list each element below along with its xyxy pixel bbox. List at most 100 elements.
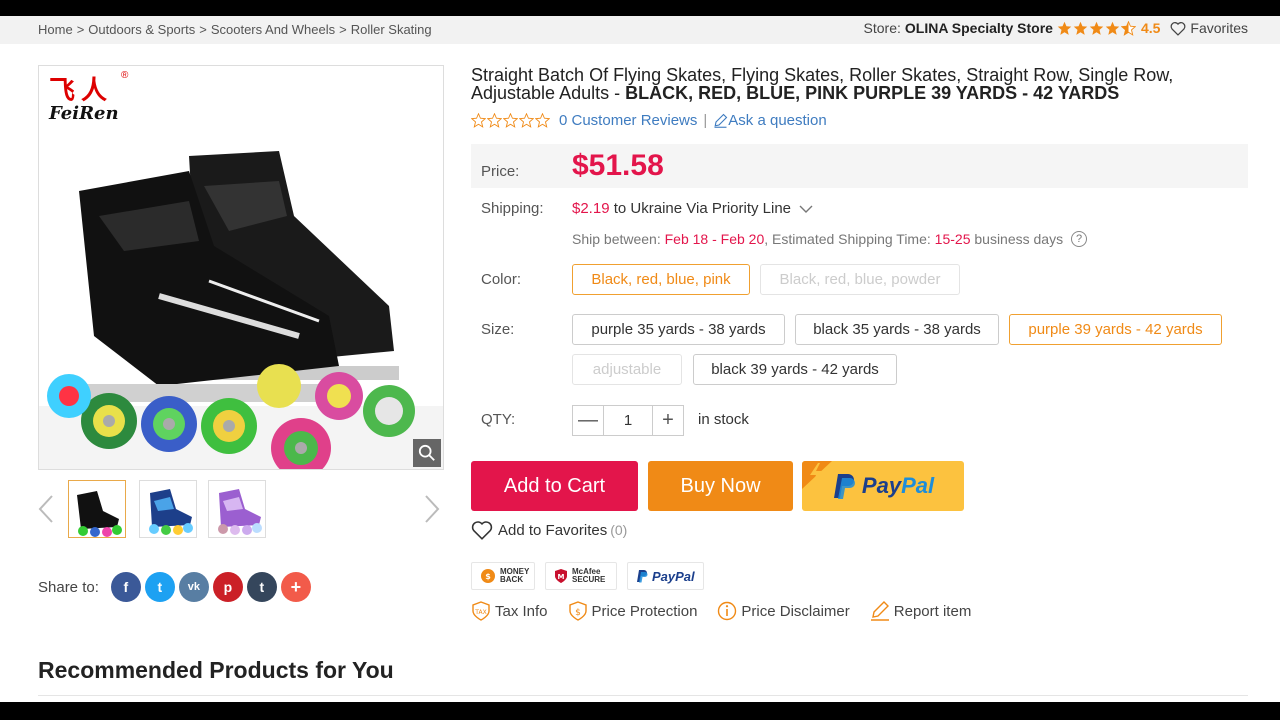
breadcrumb-scooters[interactable]: Scooters And Wheels (211, 22, 335, 37)
ask-question-link[interactable]: Ask a question (728, 112, 826, 129)
thumbnail-blue[interactable] (139, 480, 197, 538)
breadcrumb-home[interactable]: Home (38, 22, 73, 37)
recommended-title: Recommended Products for You (38, 657, 394, 683)
store-name[interactable]: OLINA Specialty Store (905, 20, 1053, 36)
star-half-icon (1120, 20, 1136, 36)
breadcrumb-roller-skating[interactable]: Roller Skating (351, 22, 432, 37)
ship-between: Ship between: Feb 18 - Feb 20, Estimated… (572, 231, 1088, 247)
top-bar: Home > Outdoors & Sports > Scooters And Whee… (0, 16, 1280, 44)
qty-input[interactable]: 1 (604, 405, 652, 436)
size-option-black-35-38[interactable]: black 35 yards - 38 yards (795, 314, 999, 345)
breadcrumb: Home > Outdoors & Sports > Scooters And Whee… (38, 22, 432, 37)
money-back-icon: $ (481, 569, 495, 583)
tax-info-link[interactable]: TAX Tax Info (471, 601, 548, 621)
store-rating: 4.5 (1140, 20, 1161, 36)
mcafee-badge: M McAfee SECURE (545, 562, 617, 590)
price-disclaimer-link[interactable]: Price Disclaimer (717, 601, 850, 621)
review-stars (471, 113, 551, 128)
product-page: Home > Outdoors & Sports > Scooters And Whee… (0, 16, 1280, 702)
breadcrumb-outdoors[interactable]: Outdoors & Sports (88, 22, 195, 37)
store-rating-stars (1057, 20, 1137, 36)
color-option-black-red-blue-pink[interactable]: Black, red, blue, pink (572, 264, 750, 295)
money-back-badge: $ MONEY BACK (471, 562, 535, 590)
paypal-badge: PayPal (627, 562, 704, 590)
store-label: Store: (863, 20, 901, 36)
paypal-small-icon (637, 570, 648, 583)
shield-dollar-icon: $ (568, 601, 587, 621)
color-label: Color: (481, 271, 522, 288)
favorites-count: (0) (610, 522, 628, 538)
magnifier-icon (418, 444, 435, 461)
pencil-icon (714, 113, 728, 128)
mcafee-shield-icon: M (555, 569, 567, 583)
ship-dates: Feb 18 - Feb 20 (664, 231, 765, 247)
facebook-icon[interactable]: f (110, 572, 141, 602)
price-label: Price: (481, 163, 520, 180)
tax-icon: TAX (472, 601, 490, 621)
star-empty-icon (519, 113, 534, 128)
thumbnail-black[interactable] (68, 480, 126, 538)
star-empty-icon (487, 113, 502, 128)
share-bar: Share to: f t vk p t + (38, 572, 315, 602)
size-label: Size: (481, 321, 515, 338)
ship-days: 15-25 (934, 231, 971, 247)
more-share-icon[interactable]: + (280, 572, 311, 602)
shipping-cost: $2.19 (572, 200, 610, 217)
help-icon[interactable]: ? (1071, 231, 1088, 247)
size-option-purple-39-42[interactable]: purple 39 yards - 42 yards (1009, 314, 1222, 345)
qty-label: QTY: (481, 411, 516, 428)
favorites-label: Favorites (1190, 20, 1248, 36)
reviews-row: 0 Customer Reviews | Ask a question (471, 112, 827, 129)
svg-text:TAX: TAX (474, 609, 486, 616)
star-full-icon (1089, 21, 1104, 35)
svg-text:$: $ (575, 608, 581, 618)
trust-badges: $ MONEY BACK M McAfee SECURE PayPal (471, 562, 714, 590)
paypal-button[interactable]: Pay Pal (802, 461, 964, 511)
thumbnail-strip (38, 480, 444, 542)
roller-skates-illustration (39, 151, 443, 469)
price-value: $51.58 (572, 149, 664, 182)
star-empty-icon (471, 113, 486, 128)
add-to-cart-button[interactable]: Add to Cart (471, 461, 638, 511)
star-empty-icon (503, 113, 518, 128)
section-divider (38, 695, 1248, 696)
lightning-icon (802, 461, 832, 489)
buy-now-button[interactable]: Buy Now (648, 461, 793, 511)
price-box: Price: $51.58 (471, 144, 1248, 188)
color-option-black-red-blue-powder[interactable]: Black, red, blue, powder (760, 264, 960, 295)
vk-icon[interactable]: vk (178, 572, 209, 602)
info-links: TAX Tax Info $ Price Protection Price Di… (471, 601, 991, 621)
shipping-label: Shipping: (481, 200, 544, 217)
favorites-link[interactable]: Favorites (1170, 20, 1248, 36)
product-title: Straight Batch Of Flying Skates, Flying … (471, 65, 1174, 103)
chevron-right-icon[interactable] (424, 494, 440, 524)
chevron-down-icon (799, 205, 813, 213)
shipping-selector[interactable]: $2.19 to Ukraine Via Priority Line (572, 200, 813, 217)
heart-icon (1170, 21, 1186, 36)
report-item-link[interactable]: Report item (870, 601, 971, 621)
price-protection-link[interactable]: $ Price Protection (568, 601, 697, 621)
reviews-divider: | (703, 112, 708, 129)
heart-icon (471, 521, 493, 540)
chevron-left-icon[interactable] (38, 494, 54, 524)
store-info: Store: OLINA Specialty Store 4.5 Favorit… (864, 20, 1248, 36)
size-option-black-39-42[interactable]: black 39 yards - 42 yards (693, 354, 897, 385)
svg-text:M: M (558, 573, 565, 581)
zoom-button[interactable] (413, 439, 441, 467)
size-option-adjustable[interactable]: adjustable (572, 354, 682, 385)
main-product-image[interactable]: 飞人 FeiRen ® (38, 65, 444, 470)
star-full-icon (1105, 21, 1120, 35)
quantity-stepper: — 1 + (572, 405, 684, 436)
size-option-purple-35-38[interactable]: purple 35 yards - 38 yards (572, 314, 785, 345)
qty-minus-button[interactable]: — (572, 405, 604, 436)
paypal-logo: Pay Pal (832, 472, 934, 500)
twitter-icon[interactable]: t (144, 572, 175, 602)
add-to-favorites[interactable]: Add to Favorites (0) (471, 520, 627, 540)
thumbnail-purple[interactable] (208, 480, 266, 538)
customer-reviews-link[interactable]: 0 Customer Reviews (559, 112, 697, 129)
qty-plus-button[interactable]: + (652, 405, 684, 436)
tumblr-icon[interactable]: t (246, 572, 277, 602)
pinterest-icon[interactable]: p (212, 572, 243, 602)
stock-status: in stock (698, 411, 749, 428)
share-label: Share to: (38, 578, 99, 596)
